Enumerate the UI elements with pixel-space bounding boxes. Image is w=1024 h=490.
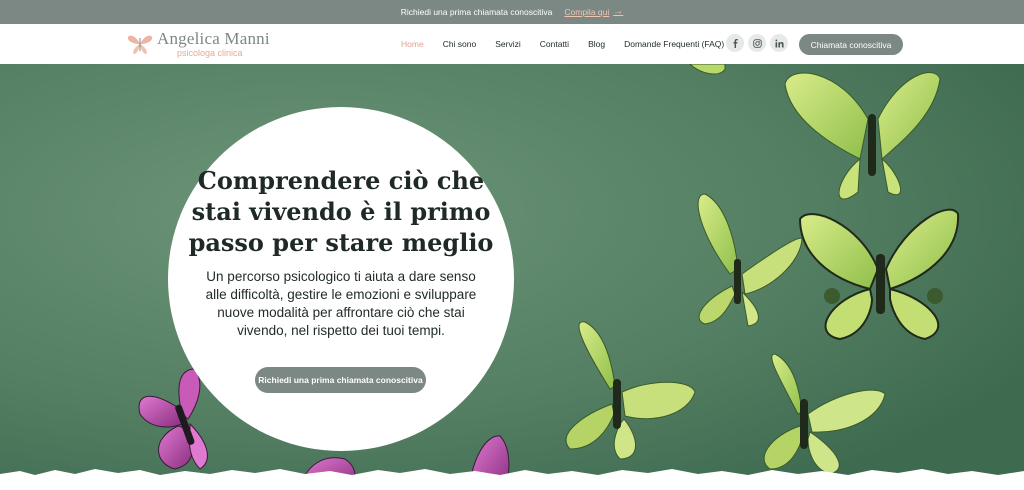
announcement-link-label: Compila qui (564, 7, 610, 17)
arrow-right-icon: → (613, 6, 624, 17)
logo-name: Angelica Manni (157, 29, 270, 48)
hero-section: Comprendere ciò che stai vivendo è il pr… (0, 64, 1024, 490)
torn-paper-edge (0, 469, 1024, 490)
hero-headline: Comprendere ciò che stai vivendo è il pr… (188, 166, 494, 257)
logo[interactable]: Angelica Manni psicologa clinica (127, 30, 270, 58)
social-links (726, 34, 788, 52)
nav-item-blog[interactable]: Blog (588, 39, 605, 49)
butterfly-logo-icon (127, 35, 153, 54)
nav-item-chi-sono[interactable]: Chi sono (443, 39, 477, 49)
logo-subtitle: psicologa clinica (177, 48, 243, 58)
nav-item-home[interactable]: Home (401, 39, 424, 49)
header-cta-button[interactable]: Chiamata conoscitiva (799, 34, 903, 55)
nav-item-servizi[interactable]: Servizi (495, 39, 521, 49)
nav-item-faq[interactable]: Domande Frequenti (FAQ) (624, 39, 724, 49)
hero-subtext: Un percorso psicologico ti aiuta a dare … (205, 269, 477, 338)
nav-item-contatti[interactable]: Contatti (540, 39, 569, 49)
main-nav: Home Chi sono Servizi Contatti Blog Doma… (401, 24, 724, 64)
linkedin-icon[interactable] (770, 34, 788, 52)
announcement-bar: Richiedi una prima chiamata conoscitiva … (0, 0, 1024, 24)
hero-cta-button[interactable]: Richiedi una prima chiamata conoscitiva (255, 367, 426, 393)
instagram-icon[interactable] (748, 34, 766, 52)
announcement-text: Richiedi una prima chiamata conoscitiva (400, 7, 553, 17)
announcement-link[interactable]: Compila qui → (564, 6, 624, 18)
site-header: Angelica Manni psicologa clinica Home Ch… (0, 24, 1024, 64)
facebook-icon[interactable] (726, 34, 744, 52)
